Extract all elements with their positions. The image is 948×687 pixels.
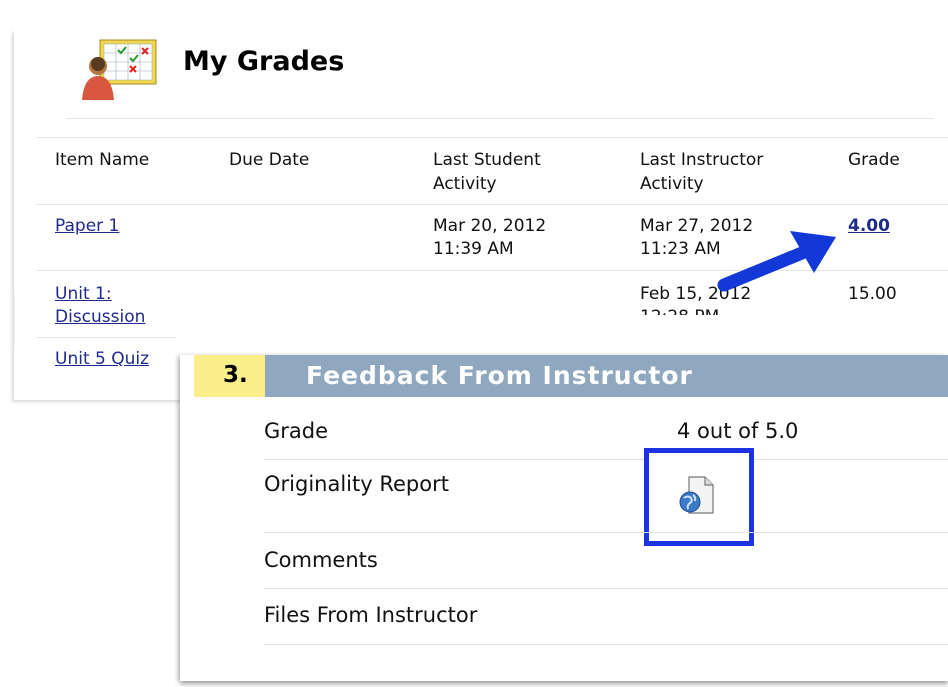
annotation-arrow-icon xyxy=(717,231,836,292)
student-activity-cell: Mar 20, 2012 11:39 AM xyxy=(433,215,546,261)
table-row-rule xyxy=(36,204,948,205)
cell-line: Mar 20, 2012 xyxy=(433,216,547,236)
column-header-grade[interactable]: Grade xyxy=(848,148,900,172)
header-line: Last Student xyxy=(433,150,541,170)
divider xyxy=(264,459,948,460)
divider xyxy=(264,532,948,533)
item-link-unit-1-discussion[interactable]: Unit 1: Discussion xyxy=(55,283,145,329)
step-number: 3. xyxy=(223,362,248,388)
header-line: Activity xyxy=(433,174,497,194)
step-badge: 3. xyxy=(194,355,265,397)
column-separator xyxy=(14,295,15,345)
item-link-paper-1[interactable]: Paper 1 xyxy=(55,215,119,238)
table-top-rule xyxy=(36,137,948,138)
header-line: Last Instructor xyxy=(640,150,764,170)
feedback-panel: 3. Feedback From Instructor Grade 4 out … xyxy=(180,355,948,681)
cell-line: 12:28 PM xyxy=(640,306,751,315)
top-strip xyxy=(0,0,948,6)
feedback-value-grade: 4 out of 5.0 xyxy=(677,419,799,443)
column-header-item-name[interactable]: Item Name xyxy=(55,148,149,172)
grade-link-paper-1[interactable]: 4.00 xyxy=(848,215,890,238)
column-header-last-student-activity[interactable]: Last Student Activity xyxy=(433,148,541,196)
divider xyxy=(264,644,948,645)
feedback-label-originality-report: Originality Report xyxy=(264,472,449,496)
feedback-label-grade: Grade xyxy=(264,419,329,443)
feedback-header-title: Feedback From Instructor xyxy=(306,361,693,390)
column-header-last-instructor-activity[interactable]: Last Instructor Activity xyxy=(640,148,763,196)
grade-cell: 15.00 xyxy=(848,284,897,304)
page-title: My Grades xyxy=(183,46,345,77)
divider xyxy=(66,118,934,119)
link-line: Discussion xyxy=(55,307,146,327)
feedback-header: Feedback From Instructor xyxy=(265,355,948,397)
gradebook-student-icon xyxy=(82,39,157,100)
feedback-label-files-from-instructor: Files From Instructor xyxy=(264,603,478,627)
header-line: Activity xyxy=(640,174,704,194)
link-line: Unit 1: xyxy=(55,284,112,304)
item-link-unit-5-quiz[interactable]: Unit 5 Quiz xyxy=(55,348,149,371)
feedback-label-comments: Comments xyxy=(264,548,378,572)
table-row-rule xyxy=(36,337,176,338)
cell-line: 11:39 AM xyxy=(433,239,514,259)
originality-report-icon[interactable] xyxy=(677,474,719,516)
column-header-due-date[interactable]: Due Date xyxy=(229,148,309,172)
divider xyxy=(264,588,948,589)
